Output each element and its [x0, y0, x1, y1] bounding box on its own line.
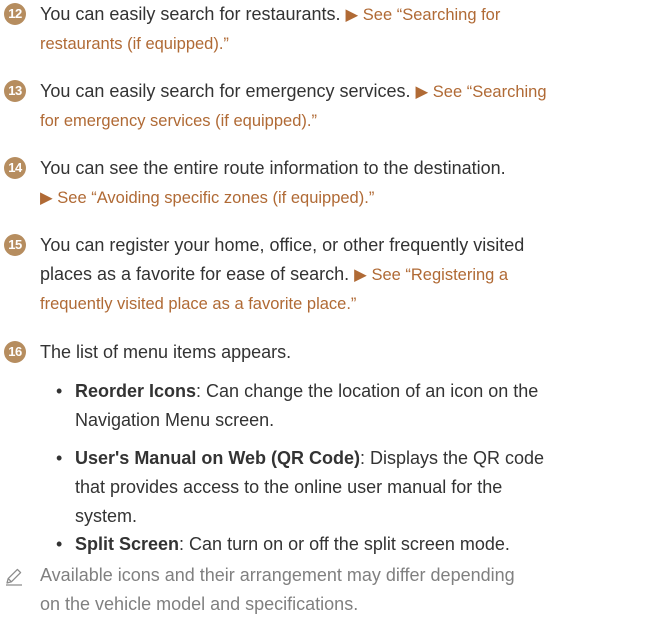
- menu-item-description: : Can change the location of an icon on …: [196, 381, 539, 401]
- sub-item-line: User's Manual on Web (QR Code): Displays…: [75, 444, 544, 473]
- sub-item-line: Reorder Icons: Can change the location o…: [75, 377, 538, 406]
- pencil-note-icon: [6, 568, 22, 586]
- item-line: You can easily search for restaurants. ▶…: [40, 0, 500, 30]
- menu-item-description: : Displays the QR code: [359, 448, 545, 468]
- item-number-badge: 13: [4, 80, 26, 102]
- item-text: The list of menu items appears.: [40, 342, 292, 362]
- cross-reference-link[interactable]: ▶ See “Searching for: [346, 6, 501, 24]
- menu-item-description: Navigation Menu screen.: [75, 410, 275, 430]
- bullet-icon: •: [56, 534, 63, 554]
- item-text: You can register your home, office, or o…: [40, 235, 525, 255]
- note-line: Available icons and their arrangement ma…: [40, 561, 515, 590]
- cross-reference-link[interactable]: ▶ See “Avoiding specific zones (if equip…: [40, 189, 374, 207]
- item-number-badge: 14: [4, 157, 26, 179]
- item-line: You can register your home, office, or o…: [40, 231, 524, 260]
- sub-item-line: Navigation Menu screen.: [75, 406, 274, 435]
- sub-item-line: system.: [75, 502, 137, 531]
- menu-item-description: system.: [75, 506, 138, 526]
- cross-reference-link[interactable]: ▶ See “Registering a: [354, 266, 508, 284]
- note-text: Available icons and their arrangement ma…: [40, 565, 515, 585]
- cross-reference-link[interactable]: frequently visited place as a favorite p…: [40, 295, 356, 313]
- item-line: for emergency services (if equipped).”: [40, 106, 317, 136]
- menu-item-description: : Can turn on or off the split screen mo…: [179, 534, 510, 554]
- item-line: You can easily search for emergency serv…: [40, 77, 547, 107]
- menu-item-description: that provides access to the online user …: [75, 477, 503, 497]
- bullet-icon: •: [56, 381, 63, 401]
- menu-item-term: Split Screen: [75, 534, 180, 554]
- item-line: places as a favorite for ease of search.…: [40, 260, 508, 290]
- item-text: You can easily search for restaurants.: [40, 4, 346, 24]
- item-text: You can easily search for emergency serv…: [40, 81, 416, 101]
- cross-reference-link[interactable]: ▶ See “Searching: [416, 83, 547, 101]
- item-number-badge: 15: [4, 234, 26, 256]
- item-line: The list of menu items appears.: [40, 338, 291, 367]
- item-line: You can see the entire route information…: [40, 154, 506, 183]
- cross-reference-link[interactable]: for emergency services (if equipped).”: [40, 112, 317, 130]
- item-number-badge: 12: [4, 3, 26, 25]
- bullet-icon: •: [56, 448, 63, 468]
- item-line: ▶ See “Avoiding specific zones (if equip…: [40, 183, 374, 213]
- menu-item-term: User's Manual on Web (QR Code): [75, 448, 360, 468]
- sub-item-line: Split Screen: Can turn on or off the spl…: [75, 530, 510, 559]
- menu-item-term: Reorder Icons: [75, 381, 197, 401]
- sub-item-line: that provides access to the online user …: [75, 473, 502, 502]
- item-text: places as a favorite for ease of search.: [40, 264, 355, 284]
- note-text: on the vehicle model and specifications.: [40, 594, 359, 614]
- item-number-badge: 16: [4, 341, 26, 363]
- cross-reference-link[interactable]: restaurants (if equipped).”: [40, 35, 229, 53]
- note-line: on the vehicle model and specifications.: [40, 590, 358, 619]
- item-text: You can see the entire route information…: [40, 158, 506, 178]
- item-line: frequently visited place as a favorite p…: [40, 289, 356, 319]
- item-line: restaurants (if equipped).”: [40, 29, 229, 59]
